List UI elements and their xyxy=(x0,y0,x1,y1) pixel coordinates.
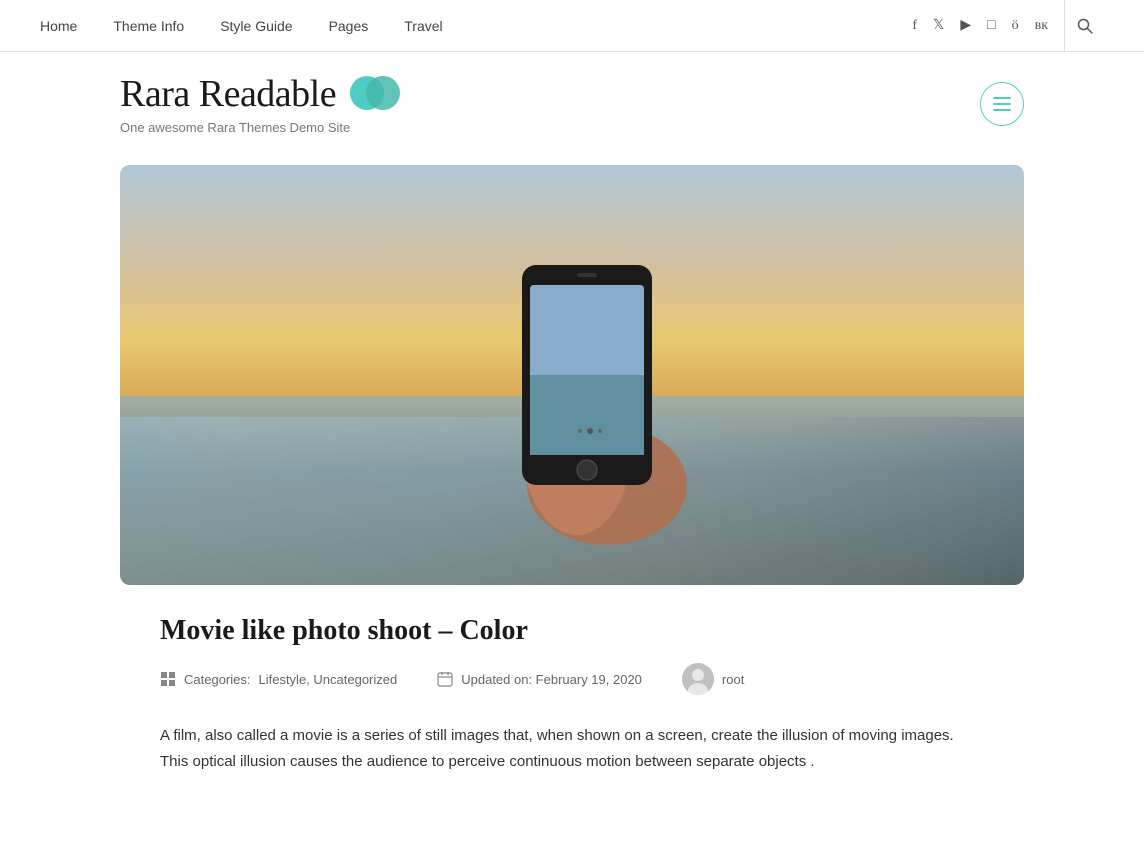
hamburger-icon xyxy=(993,97,1011,111)
nav-pages[interactable]: Pages xyxy=(329,18,369,34)
logo-circle-right xyxy=(366,76,400,110)
twitter-icon[interactable]: 𝕏 xyxy=(933,17,944,34)
site-header: Rara Readable One awesome Rara Themes De… xyxy=(0,52,1144,145)
categories-meta: Categories: Lifestyle, Uncategorized xyxy=(160,671,397,687)
updated-meta: Updated on: February 19, 2020 xyxy=(437,671,642,687)
odnoklassniki-icon[interactable]: ö xyxy=(1012,18,1019,34)
menu-button[interactable] xyxy=(980,82,1024,126)
article-title: Movie like photo shoot – Color xyxy=(160,615,984,647)
categories-value: Lifestyle, Uncategorized xyxy=(258,672,397,687)
calendar-icon xyxy=(437,671,453,687)
site-title: Rara Readable xyxy=(120,72,336,116)
site-title-wrap: Rara Readable xyxy=(120,72,402,116)
search-icon xyxy=(1077,18,1093,34)
categories-label: Categories: xyxy=(184,672,250,687)
hero-background xyxy=(120,165,1024,585)
author-name: root xyxy=(722,672,744,687)
categories-icon xyxy=(160,671,176,687)
updated-label: Updated on: February 19, 2020 xyxy=(461,672,642,687)
article-meta: Categories: Lifestyle, Uncategorized Upd… xyxy=(160,663,984,695)
hero-image xyxy=(120,165,1024,585)
nav-style-guide[interactable]: Style Guide xyxy=(220,18,292,34)
search-button[interactable] xyxy=(1064,0,1104,52)
author-meta: root xyxy=(682,663,744,695)
nav-links: Home Theme Info Style Guide Pages Travel xyxy=(40,18,443,34)
article-body: A film, also called a movie is a series … xyxy=(160,723,984,774)
hero-section xyxy=(0,145,1144,605)
author-avatar xyxy=(682,663,714,695)
site-branding: Rara Readable One awesome Rara Themes De… xyxy=(120,72,402,135)
youtube-icon[interactable]: ▶ xyxy=(960,17,971,34)
logo-icon xyxy=(350,76,402,112)
site-tagline: One awesome Rara Themes Demo Site xyxy=(120,120,402,135)
article: Movie like photo shoot – Color Categorie… xyxy=(0,605,1144,804)
nav-home[interactable]: Home xyxy=(40,18,77,34)
vk-icon[interactable]: вк xyxy=(1035,18,1048,34)
facebook-icon[interactable]: f xyxy=(912,18,917,34)
nav-travel[interactable]: Travel xyxy=(404,18,442,34)
top-navigation: Home Theme Info Style Guide Pages Travel… xyxy=(0,0,1144,52)
phone-hand-illustration xyxy=(432,205,712,545)
nav-theme-info[interactable]: Theme Info xyxy=(113,18,184,34)
social-links: f 𝕏 ▶ □ ö вк xyxy=(912,0,1104,52)
instagram-icon[interactable]: □ xyxy=(987,18,995,34)
